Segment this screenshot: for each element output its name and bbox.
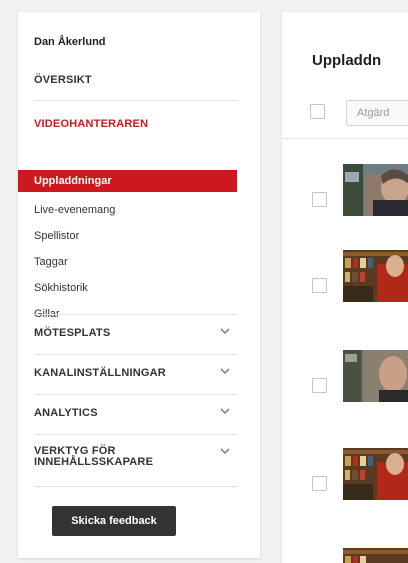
video-thumbnail[interactable] [343, 548, 408, 563]
nav-video-manager[interactable]: VIDEOHANTERAREN [34, 118, 148, 130]
chevron-down-icon[interactable] [220, 326, 230, 336]
nav-section-motesplats[interactable]: MÖTESPLATS [34, 327, 110, 339]
row-checkbox[interactable] [312, 378, 327, 393]
nav-section-creator-tools-line2: INNEHÅLLSSKAPARE [34, 456, 154, 468]
nav-overview[interactable]: ÖVERSIKT [34, 74, 92, 86]
sidebar-item-tags[interactable]: Taggar [34, 256, 68, 268]
nav-section-analytics[interactable]: ANALYTICS [34, 407, 98, 419]
divider [34, 314, 238, 315]
sidebar-item-uploads[interactable]: Uppladdningar [18, 170, 237, 192]
video-thumbnail[interactable] [343, 448, 408, 500]
video-thumbnail[interactable] [343, 164, 408, 216]
divider [34, 394, 238, 395]
video-thumbnail[interactable] [343, 350, 408, 402]
divider [282, 138, 408, 139]
select-all-checkbox[interactable] [310, 104, 325, 119]
row-checkbox[interactable] [312, 278, 327, 293]
chevron-down-icon[interactable] [220, 406, 230, 416]
divider [34, 486, 238, 487]
divider [34, 100, 238, 101]
chevron-down-icon[interactable] [220, 446, 230, 456]
user-name[interactable]: Dan Åkerlund [34, 36, 106, 48]
row-checkbox[interactable] [312, 476, 327, 491]
page-title: Uppladdn [312, 52, 382, 69]
divider [34, 434, 238, 435]
sidebar-item-live-events[interactable]: Live-evenemang [34, 204, 115, 216]
row-checkbox[interactable] [312, 192, 327, 207]
main-panel: Uppladdn Atgärd [282, 12, 408, 563]
divider [34, 354, 238, 355]
video-thumbnail[interactable] [343, 250, 408, 302]
actions-dropdown[interactable]: Atgärd [346, 100, 408, 126]
sidebar-item-playlists[interactable]: Spellistor [34, 230, 79, 242]
chevron-down-icon[interactable] [220, 366, 230, 376]
sidebar-item-search-history[interactable]: Sökhistorik [34, 282, 88, 294]
nav-section-creator-tools[interactable]: VERKTYG FÖR INNEHÅLLSSKAPARE [34, 446, 153, 468]
send-feedback-button[interactable]: Skicka feedback [52, 506, 176, 536]
nav-section-channel-settings[interactable]: KANALINSTÄLLNINGAR [34, 367, 166, 379]
